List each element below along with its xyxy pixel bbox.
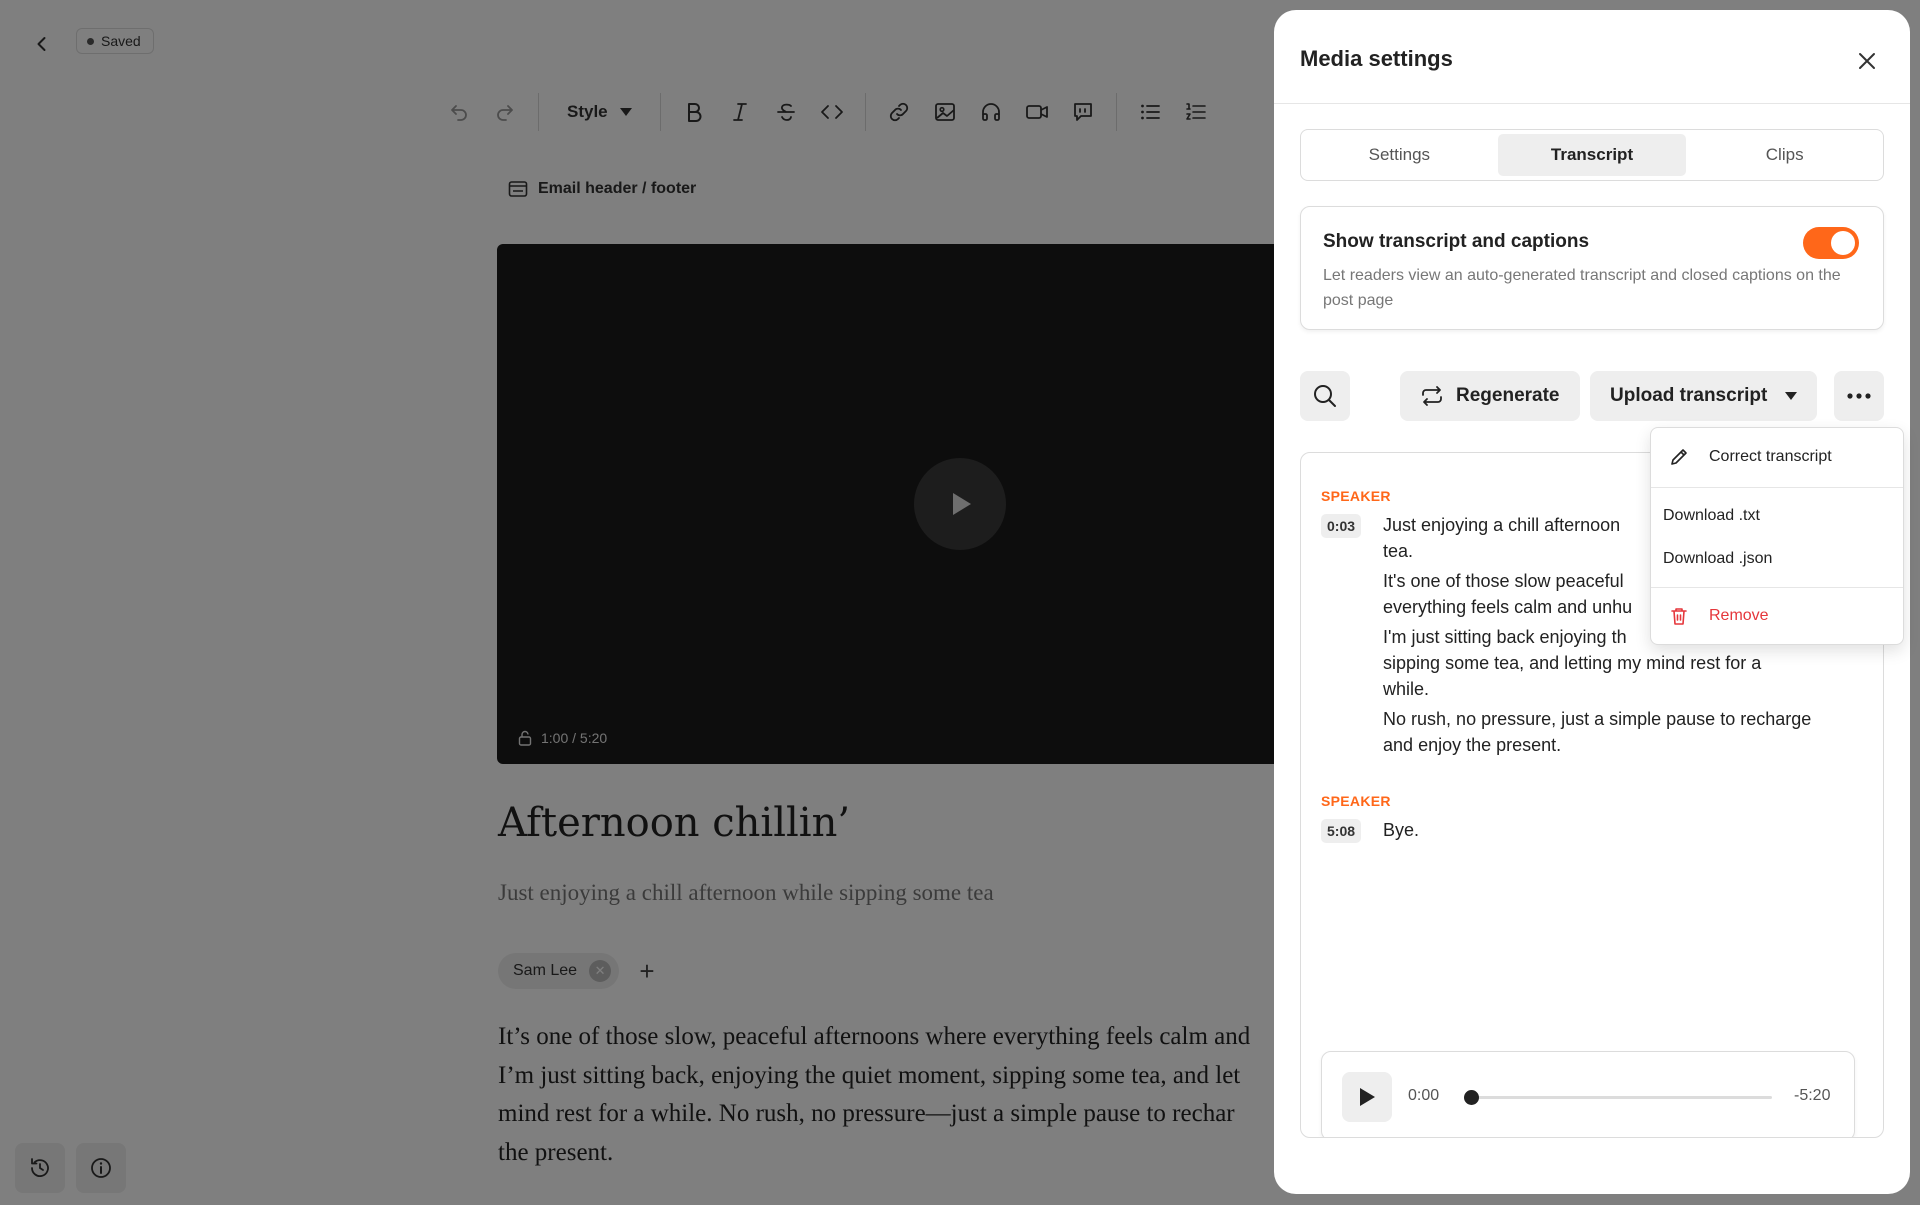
toggle-description: Let readers view an auto-generated trans… [1323, 267, 1841, 309]
play-icon [1360, 1088, 1375, 1106]
audio-player: 0:00 -5:20 [1321, 1051, 1855, 1137]
pencil-icon [1669, 447, 1689, 467]
player-remaining-time: -5:20 [1794, 1087, 1831, 1104]
speaker-label[interactable]: SPEAKER [1321, 793, 1871, 809]
player-current-time: 0:00 [1408, 1087, 1440, 1104]
player-play-button[interactable] [1342, 1072, 1392, 1122]
repeat-icon [1422, 386, 1442, 406]
transcript-line[interactable]: No rush, no pressure, just a simple paus… [1383, 706, 1863, 732]
regenerate-button[interactable]: Regenerate [1400, 371, 1580, 421]
menu-item-label: Download .txt [1663, 507, 1760, 524]
trash-icon [1669, 606, 1689, 626]
close-button[interactable] [1852, 46, 1882, 76]
scrubber-thumb[interactable] [1464, 1090, 1479, 1105]
transcript-toggle-switch[interactable] [1803, 227, 1859, 259]
upload-transcript-label: Upload transcript [1610, 385, 1768, 406]
menu-item-label: Remove [1709, 607, 1769, 624]
menu-item-remove[interactable]: Remove [1651, 596, 1903, 636]
menu-item-label: Download .json [1663, 550, 1773, 567]
transcript-actions: Regenerate Upload transcript [1300, 371, 1884, 421]
modal-tabs: Settings Transcript Clips [1300, 129, 1884, 181]
menu-item-download-txt[interactable]: Download .txt [1651, 496, 1903, 536]
regenerate-label: Regenerate [1456, 385, 1560, 406]
transcript-line[interactable]: and enjoy the present. [1383, 732, 1863, 758]
tab-clips[interactable]: Clips [1690, 134, 1879, 176]
transcript-options-menu: Correct transcript Download .txt Downloa… [1650, 427, 1904, 645]
search-button[interactable] [1300, 371, 1350, 421]
menu-item-label: Correct transcript [1709, 448, 1832, 465]
close-icon [1859, 53, 1875, 69]
caret-down-icon [1785, 392, 1798, 400]
search-icon [1314, 385, 1336, 407]
tab-transcript[interactable]: Transcript [1497, 134, 1687, 176]
transcript-toggle-card: Show transcript and captions Let readers… [1300, 206, 1884, 330]
menu-divider [1651, 487, 1903, 488]
tab-settings[interactable]: Settings [1305, 134, 1494, 176]
upload-transcript-dropdown[interactable]: Upload transcript [1590, 371, 1818, 421]
ellipsis-icon [1847, 393, 1871, 399]
switch-knob [1831, 231, 1855, 255]
modal-header: Media settings [1274, 10, 1910, 104]
more-options-button[interactable] [1834, 371, 1884, 421]
segment-timestamp[interactable]: 5:08 [1321, 819, 1362, 843]
transcript-line[interactable]: while. [1383, 676, 1863, 702]
menu-divider [1651, 587, 1903, 588]
menu-item-correct-transcript[interactable]: Correct transcript [1651, 436, 1903, 478]
transcript-segment: SPEAKER 5:08 Bye. [1321, 793, 1871, 847]
player-scrubber[interactable] [1464, 1090, 1772, 1105]
segment-timestamp[interactable]: 0:03 [1321, 514, 1362, 538]
menu-item-download-json[interactable]: Download .json [1651, 539, 1903, 579]
toggle-title: Show transcript and captions [1323, 231, 1590, 252]
transcript-line[interactable]: sipping some tea, and letting my mind re… [1383, 650, 1863, 676]
modal-title: Media settings [1300, 46, 1453, 71]
transcript-line[interactable]: Bye. [1383, 817, 1863, 843]
